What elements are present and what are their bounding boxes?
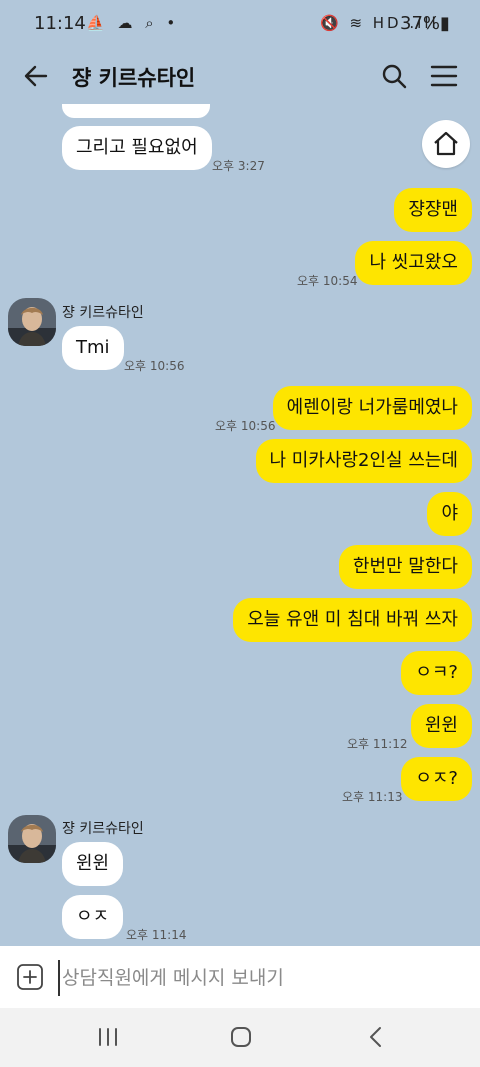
message-time: 오후 10:54 [297,274,358,288]
sender-name: 쟝 키르슈타인 [62,305,144,321]
menu-icon[interactable] [430,62,458,90]
profile-photo [8,815,56,863]
message-time: 오후 10:56 [124,359,185,373]
message-bubble[interactable]: 한번만 말한다 [338,545,472,589]
message-bubble[interactable]: 그리고 필요없어 [62,126,212,170]
chat-header: 쟝 키르슈타인 [0,46,480,106]
avatar[interactable] [8,815,56,863]
message-input[interactable] [58,960,464,996]
message-time: 오후 11:14 [126,928,187,942]
message-bubble[interactable]: 윈윈 [410,704,472,748]
search-icon[interactable] [380,62,408,90]
message-time: 오후 10:56 [215,419,276,433]
message-bubble[interactable]: 나 미카사랑2인실 쓰는데 [255,439,472,483]
avatar[interactable] [8,298,56,346]
message-bubble[interactable]: ㅇㅋ? [401,651,472,695]
message-input-bar [0,946,480,1008]
battery-indicator: 37%▮ [400,13,450,34]
home-button[interactable] [422,120,470,168]
message-bubble[interactable]: Tmi [62,326,124,370]
message-bubble[interactable]: 야 [427,492,472,536]
notification-icons: ⛵ ☁ ⌕ • [86,14,180,32]
recent-apps-icon[interactable] [96,1027,120,1047]
plus-icon[interactable] [16,963,44,991]
chat-title: 쟝 키르슈타인 [72,66,196,90]
message-bubble[interactable]: 윈윈 [62,842,124,886]
message-time: 오후 11:12 [347,737,408,751]
message-bubble[interactable]: 에렌이랑 너가룸메였나 [272,386,472,430]
home-nav-icon[interactable] [230,1026,252,1048]
message-bubble[interactable]: ㅇㅈ? [401,757,472,801]
message-bubble[interactable]: 오늘 유앤 미 침대 바꿔 쓰자 [233,598,472,642]
profile-photo [8,298,56,346]
back-nav-icon[interactable] [368,1026,384,1048]
status-bar: 11:14 ⛵ ☁ ⌕ • 🔇 ≋ HD .ıll 37%▮ [0,0,480,46]
sender-name: 쟝 키르슈타인 [62,821,144,837]
status-time: 11:14 [34,13,86,34]
message-time: 오후 3:27 [212,159,265,173]
message-bubble[interactable]: 나 씻고왔오 [355,241,472,285]
back-arrow-icon[interactable] [22,62,50,90]
system-nav-bar [0,1008,480,1067]
message-bubble[interactable]: 쟝쟝맨 [394,188,472,232]
message-bubble[interactable]: ㅇㅈ [62,895,124,939]
message-time: 오후 11:13 [342,790,403,804]
home-icon [434,131,458,156]
partial-bubble [62,104,210,118]
